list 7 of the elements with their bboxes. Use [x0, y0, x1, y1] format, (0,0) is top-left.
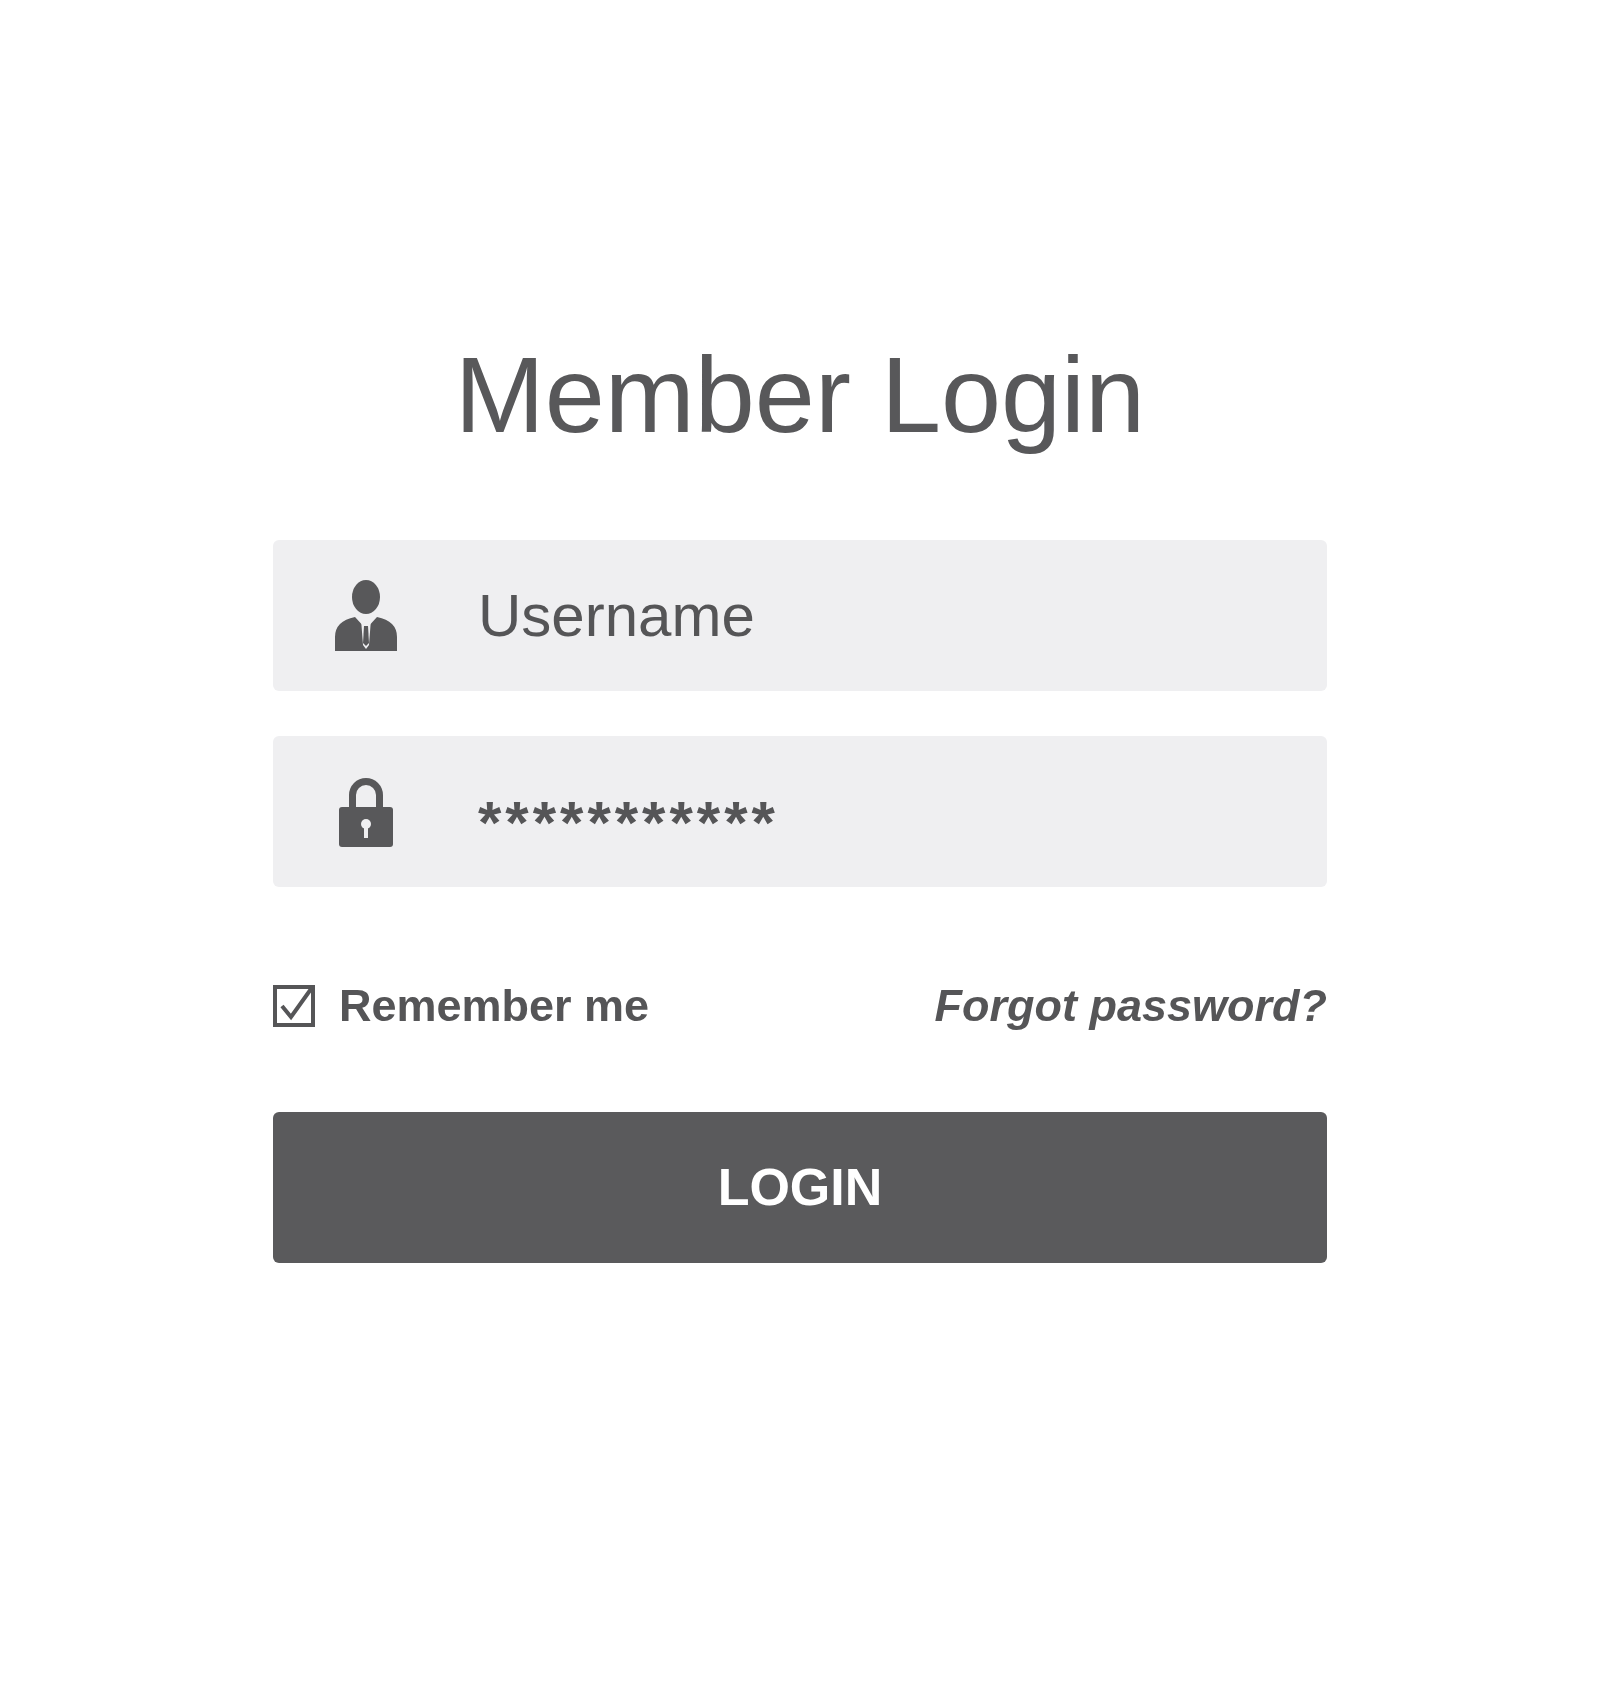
- login-button[interactable]: LOGIN: [273, 1111, 1327, 1263]
- checkbox[interactable]: [273, 984, 315, 1027]
- password-field[interactable]: ***********: [273, 735, 1327, 887]
- remember-label: Remember me: [339, 979, 650, 1032]
- username-field[interactable]: Username: [273, 539, 1327, 691]
- forgot-password-link[interactable]: Forgot password?: [934, 979, 1327, 1032]
- form-title: Member Login: [454, 333, 1146, 457]
